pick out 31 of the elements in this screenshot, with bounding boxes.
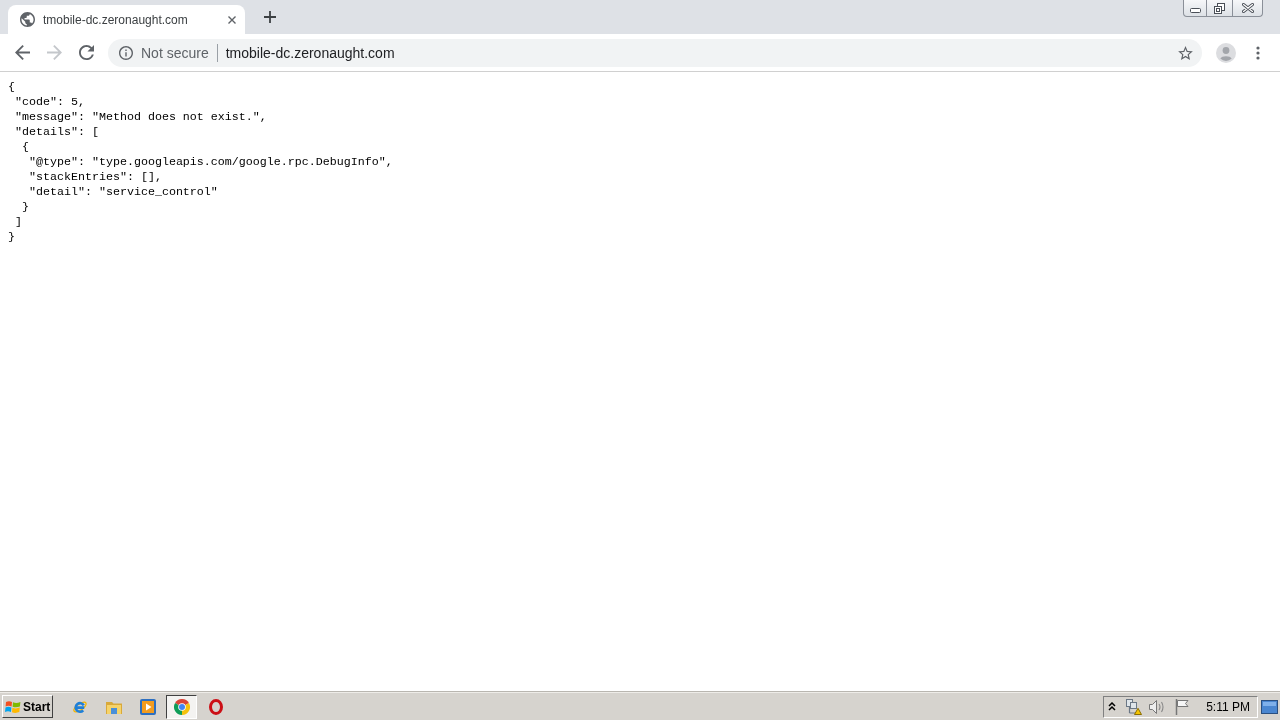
star-icon[interactable] — [1178, 45, 1193, 60]
close-button[interactable] — [1233, 0, 1263, 17]
address-bar[interactable]: Not secure tmobile-dc.zeronaught.com — [108, 38, 1202, 67]
plus-icon[interactable] — [264, 11, 276, 23]
start-button[interactable]: Start — [2, 695, 53, 718]
globe-icon — [20, 12, 35, 27]
speaker-icon[interactable] — [1149, 698, 1166, 715]
up-chevron-icon[interactable] — [1108, 702, 1117, 711]
reload-icon[interactable] — [78, 45, 94, 60]
url-text: tmobile-dc.zeronaught.com — [225, 44, 395, 61]
close-tab-icon[interactable] — [228, 15, 236, 24]
show-desktop-icon[interactable] — [1261, 699, 1278, 714]
taskbar-app-button[interactable] — [166, 694, 197, 719]
security-label[interactable]: Not secure — [141, 44, 209, 61]
minimize-icon — [1189, 8, 1201, 13]
media-player-icon — [139, 698, 156, 715]
back-arrow-icon[interactable] — [14, 45, 30, 60]
opera-logo-icon — [208, 698, 223, 715]
minimize-button[interactable] — [1183, 0, 1207, 17]
browser-tab[interactable]: tmobile-dc.zeronaught.com — [8, 5, 245, 34]
json-response-text: { "code": 5, "message": "Method does not exist.", "details": [ { "@type": "type.googleapis.com/google.rpc.DebugInfo", "stackEntries": [], "detail": "service_control" } ] } — [7, 79, 394, 245]
clock-text[interactable]: 5:11 PM — [1206, 699, 1250, 714]
windows-flag-icon — [5, 699, 21, 714]
chrome-logo-icon — [173, 698, 190, 715]
info-icon[interactable] — [119, 45, 133, 60]
menu-icon[interactable] — [1256, 45, 1260, 60]
restore-button[interactable] — [1207, 0, 1233, 17]
restore-icon — [1214, 2, 1225, 14]
flag-icon[interactable] — [1175, 698, 1190, 715]
network-warning-icon[interactable] — [1126, 698, 1143, 715]
close-icon — [1241, 3, 1254, 13]
